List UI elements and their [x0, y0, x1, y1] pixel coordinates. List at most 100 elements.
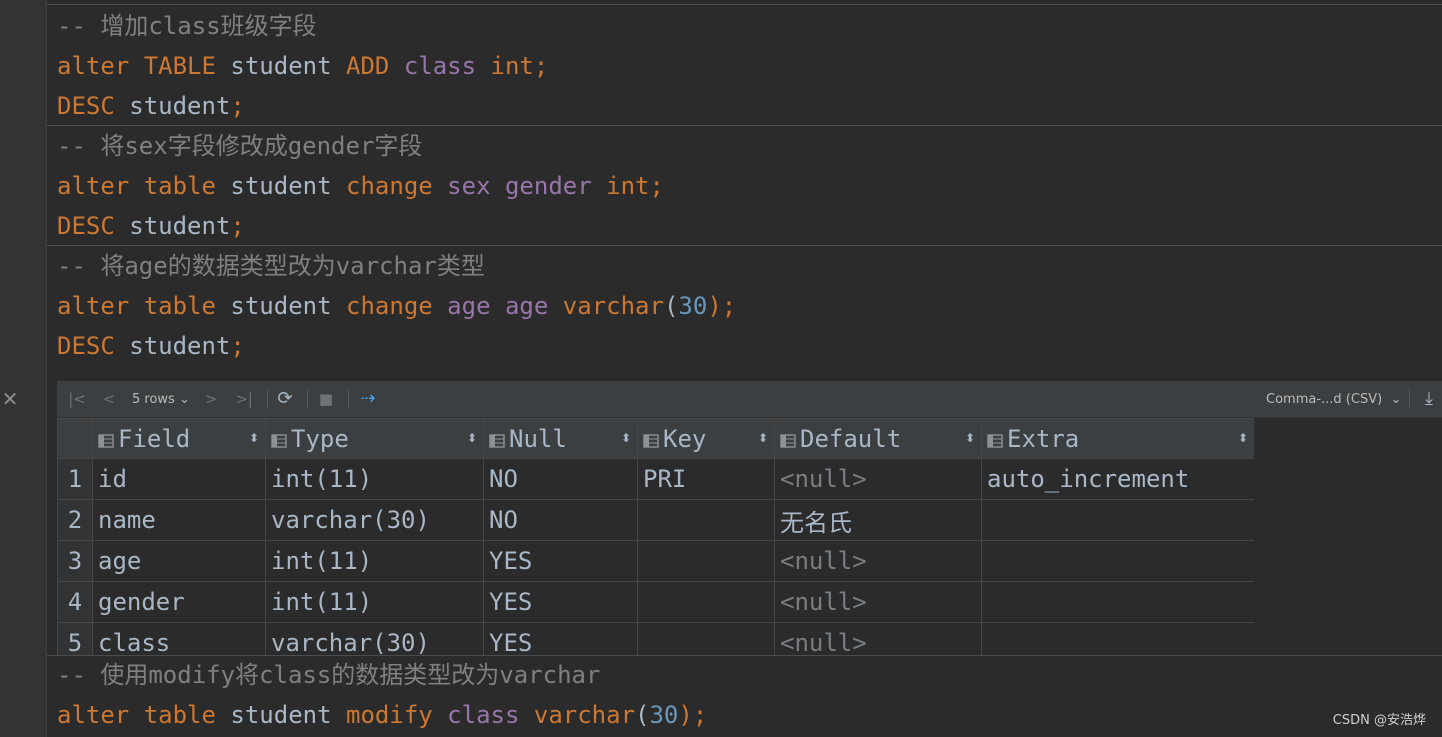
- column-header-field[interactable]: Field ⬍: [92, 418, 266, 459]
- column-header-type[interactable]: Type ⬍: [265, 418, 484, 459]
- row-number: 4: [57, 581, 93, 623]
- sql-keyword: ADD: [346, 52, 390, 80]
- code-line-1[interactable]: -- 增加class班级字段: [57, 6, 317, 46]
- cell-key[interactable]: [637, 581, 775, 623]
- cell-default[interactable]: <null>: [774, 581, 982, 623]
- cell-field[interactable]: id: [92, 458, 266, 500]
- cell-key[interactable]: PRI: [637, 458, 775, 500]
- cell-null[interactable]: YES: [483, 622, 638, 655]
- results-toolbar: |< < 5 rows ⌄ > >| ⟳ ■ ⇢ Comma-...d (CSV…: [57, 381, 1442, 418]
- code-line-2[interactable]: alter TABLE student ADD class int;: [57, 46, 548, 86]
- table-row[interactable]: 2 name varchar(30) NO 无名氏: [57, 499, 1254, 541]
- table-row[interactable]: 1 id int(11) NO PRI <null> auto_incremen…: [57, 458, 1254, 500]
- cell-default[interactable]: <null>: [774, 458, 982, 500]
- sort-icon[interactable]: ⬍: [467, 420, 477, 458]
- last-page-icon[interactable]: >|: [231, 381, 257, 417]
- sql-comment: -- 将age的数据类型改为varchar类型: [57, 252, 485, 280]
- code-line-11[interactable]: alter table student modify class varchar…: [57, 695, 707, 735]
- cell-field[interactable]: class: [92, 622, 266, 655]
- cell-type[interactable]: int(11): [265, 581, 484, 623]
- sort-icon[interactable]: ⬍: [249, 420, 259, 458]
- cell-type[interactable]: int(11): [265, 540, 484, 582]
- sql-comment: -- 将sex字段修改成gender字段: [57, 132, 423, 160]
- sort-icon[interactable]: ⬍: [965, 420, 975, 458]
- pin-tab-icon[interactable]: ⇢: [355, 381, 381, 417]
- cell-default[interactable]: 无名氏: [774, 499, 982, 541]
- next-page-icon[interactable]: >: [199, 381, 223, 417]
- toolbar-divider: [1409, 389, 1410, 409]
- column-header-default[interactable]: Default ⬍: [774, 418, 982, 459]
- row-number: 3: [57, 540, 93, 582]
- sql-keyword: alter: [57, 292, 130, 320]
- cell-type[interactable]: varchar(30): [265, 622, 484, 655]
- header-row: Field ⬍ Type ⬍ Null ⬍ Key ⬍ Default ⬍ Extra ⬍: [57, 418, 1254, 459]
- code-line-9[interactable]: DESC student;: [57, 326, 245, 366]
- first-page-icon[interactable]: |<: [65, 381, 89, 417]
- cell-extra[interactable]: [981, 622, 1254, 655]
- column-header-extra[interactable]: Extra ⬍: [981, 418, 1254, 459]
- sql-keyword: DESC: [57, 92, 115, 120]
- code-line-6[interactable]: DESC student;: [57, 206, 245, 246]
- cell-extra[interactable]: [981, 499, 1254, 541]
- sort-icon[interactable]: ⬍: [1238, 420, 1248, 458]
- chevron-down-icon: ⌄: [178, 392, 190, 407]
- rows-count-label: 5 rows: [132, 392, 175, 407]
- rows-count-dropdown[interactable]: 5 rows ⌄: [132, 381, 190, 417]
- column-header-label: Key: [663, 424, 707, 453]
- sql-keyword: TABLE: [143, 52, 216, 80]
- code-line-5[interactable]: alter table student change sex gender in…: [57, 166, 664, 206]
- code-line-7[interactable]: -- 将age的数据类型改为varchar类型: [57, 246, 485, 286]
- cell-field[interactable]: age: [92, 540, 266, 582]
- sql-table-name: student: [129, 332, 231, 360]
- cell-field[interactable]: name: [92, 499, 266, 541]
- cell-null[interactable]: NO: [483, 458, 638, 500]
- sql-table-name: student: [129, 92, 231, 120]
- cell-default[interactable]: <null>: [774, 622, 982, 655]
- results-table: Field ⬍ Type ⬍ Null ⬍ Key ⬍ Default ⬍ Extra ⬍ …: [57, 418, 1254, 655]
- column-header-label: Null: [509, 424, 567, 453]
- table-row[interactable]: 4 gender int(11) YES <null>: [57, 581, 1254, 623]
- table-row[interactable]: 3 age int(11) YES <null>: [57, 540, 1254, 582]
- cell-key[interactable]: [637, 499, 775, 541]
- column-icon: [489, 433, 505, 448]
- column-header-key[interactable]: Key ⬍: [637, 418, 775, 459]
- close-results-icon[interactable]: ✕: [0, 388, 20, 410]
- refresh-icon[interactable]: ⟳: [273, 381, 297, 417]
- sql-table-name: student: [230, 701, 332, 729]
- cell-type[interactable]: int(11): [265, 458, 484, 500]
- toolbar-divider: [307, 389, 308, 409]
- cell-null[interactable]: YES: [483, 581, 638, 623]
- code-line-8[interactable]: alter table student change age age varch…: [57, 286, 736, 326]
- export-format-dropdown[interactable]: Comma-...d (CSV) ⌄: [1266, 381, 1401, 417]
- statement-separator: [47, 4, 1442, 5]
- sort-icon[interactable]: ⬍: [621, 420, 631, 458]
- toolbar-divider: [267, 389, 268, 409]
- sql-comment: -- 使用modify将class的数据类型改为varchar: [57, 661, 601, 689]
- stop-icon[interactable]: ■: [314, 381, 338, 417]
- column-header-null[interactable]: Null ⬍: [483, 418, 638, 459]
- prev-page-icon[interactable]: <: [97, 381, 121, 417]
- cell-key[interactable]: [637, 622, 775, 655]
- cell-default[interactable]: <null>: [774, 540, 982, 582]
- code-line-4[interactable]: -- 将sex字段修改成gender字段: [57, 126, 422, 166]
- cell-extra[interactable]: auto_increment: [981, 458, 1254, 500]
- sql-column-name: age: [447, 292, 491, 320]
- sql-comment: -- 增加class班级字段: [57, 12, 317, 40]
- code-line-3[interactable]: DESC student;: [57, 86, 245, 126]
- cell-key[interactable]: [637, 540, 775, 582]
- export-format-label: Comma-...d (CSV): [1266, 392, 1383, 407]
- row-number: 5: [57, 622, 93, 655]
- cell-null[interactable]: YES: [483, 540, 638, 582]
- cell-extra[interactable]: [981, 540, 1254, 582]
- column-header-label: Type: [291, 424, 349, 453]
- cell-field[interactable]: gender: [92, 581, 266, 623]
- sort-icon[interactable]: ⬍: [758, 420, 768, 458]
- download-icon[interactable]: ⤓: [1417, 381, 1441, 417]
- cell-extra[interactable]: [981, 581, 1254, 623]
- cell-null[interactable]: NO: [483, 499, 638, 541]
- code-line-10[interactable]: -- 使用modify将class的数据类型改为varchar: [57, 655, 600, 695]
- sql-type: int: [606, 172, 650, 200]
- cell-type[interactable]: varchar(30): [265, 499, 484, 541]
- table-row[interactable]: 5 class varchar(30) YES <null>: [57, 622, 1254, 655]
- sql-keyword: alter: [57, 701, 130, 729]
